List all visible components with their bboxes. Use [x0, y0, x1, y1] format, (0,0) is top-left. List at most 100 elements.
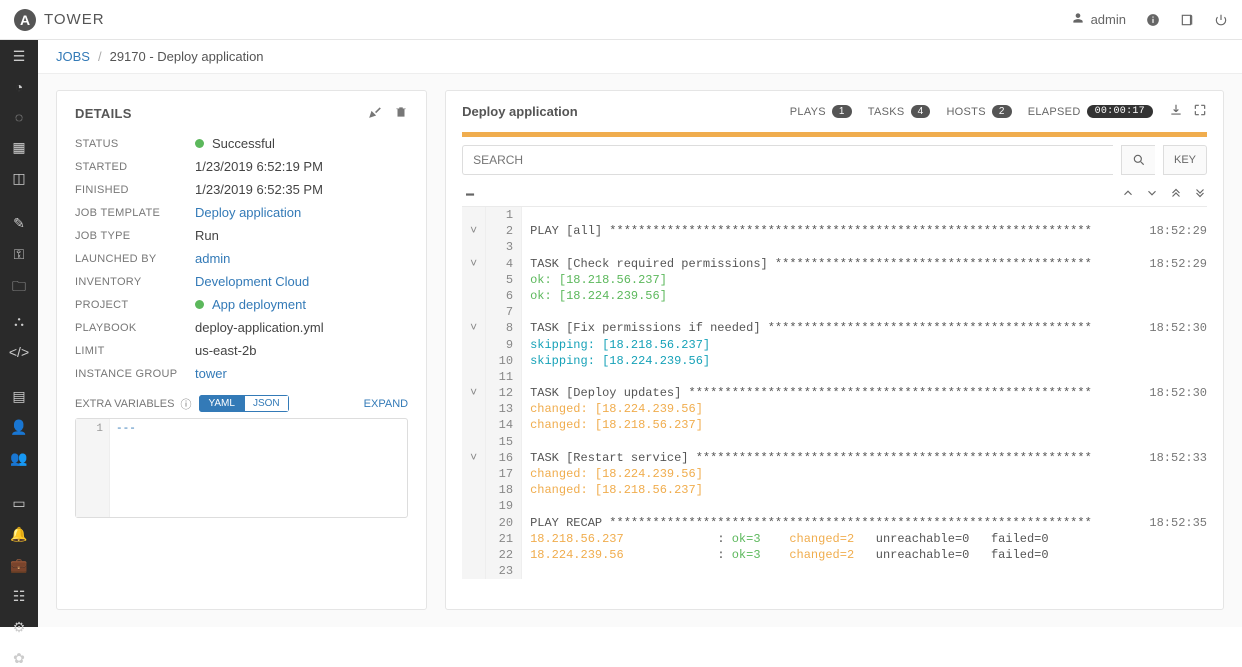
expand-toggle-icon — [462, 417, 486, 433]
expand-toggle-icon[interactable]: ˅ — [462, 256, 486, 272]
bottom-icon[interactable] — [1193, 186, 1207, 203]
expand-toggle-icon — [462, 401, 486, 417]
delete-icon[interactable] — [394, 105, 408, 122]
igroup-link[interactable]: tower — [195, 366, 227, 381]
download-icon[interactable] — [1169, 103, 1183, 120]
output-line[interactable]: 14changed: [18.218.56.237] — [462, 417, 1207, 433]
inventory-link[interactable]: Development Cloud — [195, 274, 309, 289]
down-icon[interactable] — [1145, 186, 1159, 203]
line-text: skipping: [18.224.239.56] — [522, 353, 1207, 369]
line-number: 9 — [486, 337, 522, 353]
projects-icon[interactable]: 🗀 — [8, 277, 30, 299]
json-toggle[interactable]: JSON — [244, 395, 289, 412]
output-line[interactable]: 15 — [462, 434, 1207, 450]
line-text: TASK [Restart service] *****************… — [522, 450, 1207, 466]
search-input[interactable] — [462, 145, 1113, 175]
power-button[interactable] — [1214, 13, 1228, 27]
output-line[interactable]: 7 — [462, 304, 1207, 320]
search-submit-button[interactable] — [1121, 145, 1155, 175]
organizations-icon[interactable]: ▤ — [8, 388, 30, 405]
plays-label: PLAYS — [790, 106, 826, 118]
output-line[interactable]: 18changed: [18.218.56.237] — [462, 482, 1207, 498]
expand-toggle-icon — [462, 482, 486, 498]
yaml-toggle[interactable]: YAML — [199, 395, 244, 412]
inventory-scripts-icon[interactable]: </> — [8, 344, 30, 360]
templates-icon[interactable]: ✎ — [8, 215, 30, 232]
line-number: 19 — [486, 498, 522, 514]
expand-toggle-icon — [462, 304, 486, 320]
line-text: PLAY RECAP *****************************… — [522, 515, 1207, 531]
relaunch-icon[interactable] — [368, 105, 382, 122]
output-line[interactable]: ˅2PLAY [all] ***************************… — [462, 223, 1207, 239]
teams-icon[interactable]: 👥 — [8, 450, 30, 467]
help-icon[interactable]: ⓘ — [180, 396, 191, 412]
template-link[interactable]: Deploy application — [195, 205, 301, 220]
output-line[interactable]: ˅12TASK [Deploy updates] ***************… — [462, 385, 1207, 401]
key-button[interactable]: KEY — [1163, 145, 1207, 175]
breadcrumb-sep: / — [98, 49, 102, 64]
expand-toggle-icon[interactable]: ˅ — [462, 223, 486, 239]
expand-toggle-icon — [462, 239, 486, 255]
menu-icon[interactable]: ☰ — [8, 48, 30, 65]
started-value: 1/23/2019 6:52:19 PM — [195, 159, 323, 174]
type-label: JOB TYPE — [75, 230, 195, 242]
users-icon[interactable]: 👤 — [8, 419, 30, 436]
output-body[interactable]: 1˅2PLAY [all] **************************… — [462, 207, 1207, 595]
jobs-icon[interactable]: ◌ — [8, 109, 30, 125]
output-line[interactable]: 20PLAY RECAP ***************************… — [462, 515, 1207, 531]
breadcrumb-root[interactable]: JOBS — [56, 49, 90, 64]
output-line[interactable]: 23 — [462, 563, 1207, 579]
expand-toggle-icon[interactable]: ˅ — [462, 450, 486, 466]
notifications-icon[interactable]: 🔔 — [8, 526, 30, 543]
up-icon[interactable] — [1121, 186, 1135, 203]
collapse-all-icon[interactable]: ━ — [462, 187, 474, 203]
line-number: 12 — [486, 385, 522, 401]
output-line[interactable]: 3 — [462, 239, 1207, 255]
line-number: 11 — [486, 369, 522, 385]
line-number: 7 — [486, 304, 522, 320]
output-line[interactable]: 9skipping: [18.218.56.237] — [462, 337, 1207, 353]
credentials-icon[interactable]: ⚿ — [8, 246, 30, 263]
applications-icon[interactable]: ⚙ — [8, 619, 30, 636]
launched-link[interactable]: admin — [195, 251, 230, 266]
output-line[interactable]: ˅4TASK [Check required permissions] ****… — [462, 256, 1207, 272]
output-line[interactable]: 17changed: [18.224.239.56] — [462, 466, 1207, 482]
instance-groups-icon[interactable]: ☷ — [8, 588, 30, 605]
output-line[interactable]: 2118.218.56.237 : ok=3 changed=2 unreach… — [462, 531, 1207, 547]
output-line[interactable]: ˅8TASK [Fix permissions if needed] *****… — [462, 320, 1207, 336]
line-number: 13 — [486, 401, 522, 417]
settings-icon[interactable]: ✿ — [8, 650, 30, 667]
portal-icon[interactable]: ◫ — [8, 170, 30, 187]
expand-button[interactable]: EXPAND — [364, 398, 408, 410]
output-line[interactable]: 19 — [462, 498, 1207, 514]
project-link[interactable]: App deployment — [212, 297, 306, 312]
line-number: 14 — [486, 417, 522, 433]
line-text — [522, 239, 1207, 255]
info-button[interactable] — [1146, 13, 1160, 27]
line-text — [522, 304, 1207, 320]
elapsed-value: 00:00:17 — [1087, 105, 1153, 118]
dashboard-icon[interactable]: ◔ — [8, 79, 30, 95]
details-panel: DETAILS STATUSSuccessful STARTED1/23/201… — [56, 90, 427, 610]
status-label: STATUS — [75, 138, 195, 150]
expand-toggle-icon[interactable]: ˅ — [462, 320, 486, 336]
credential-types-icon[interactable]: ▭ — [8, 495, 30, 512]
output-line[interactable]: ˅16TASK [Restart service] **************… — [462, 450, 1207, 466]
expand-toggle-icon[interactable]: ˅ — [462, 385, 486, 401]
output-line[interactable]: 2218.224.239.56 : ok=3 changed=2 unreach… — [462, 547, 1207, 563]
expand-output-icon[interactable] — [1193, 103, 1207, 120]
output-line[interactable]: 5ok: [18.218.56.237] — [462, 272, 1207, 288]
user-menu[interactable]: admin — [1071, 11, 1126, 28]
output-line[interactable]: 11 — [462, 369, 1207, 385]
docs-button[interactable] — [1180, 13, 1194, 27]
management-jobs-icon[interactable]: 💼 — [8, 557, 30, 574]
top-icon[interactable] — [1169, 186, 1183, 203]
output-line[interactable]: 6ok: [18.224.239.56] — [462, 288, 1207, 304]
schedules-icon[interactable]: ▦ — [8, 139, 30, 156]
inventories-icon[interactable]: ⛬ — [8, 313, 30, 330]
output-line[interactable]: 1 — [462, 207, 1207, 223]
extra-vars-editor[interactable]: 1 --- — [75, 418, 408, 518]
limit-label: LIMIT — [75, 345, 195, 357]
output-line[interactable]: 10skipping: [18.224.239.56] — [462, 353, 1207, 369]
output-line[interactable]: 13changed: [18.224.239.56] — [462, 401, 1207, 417]
